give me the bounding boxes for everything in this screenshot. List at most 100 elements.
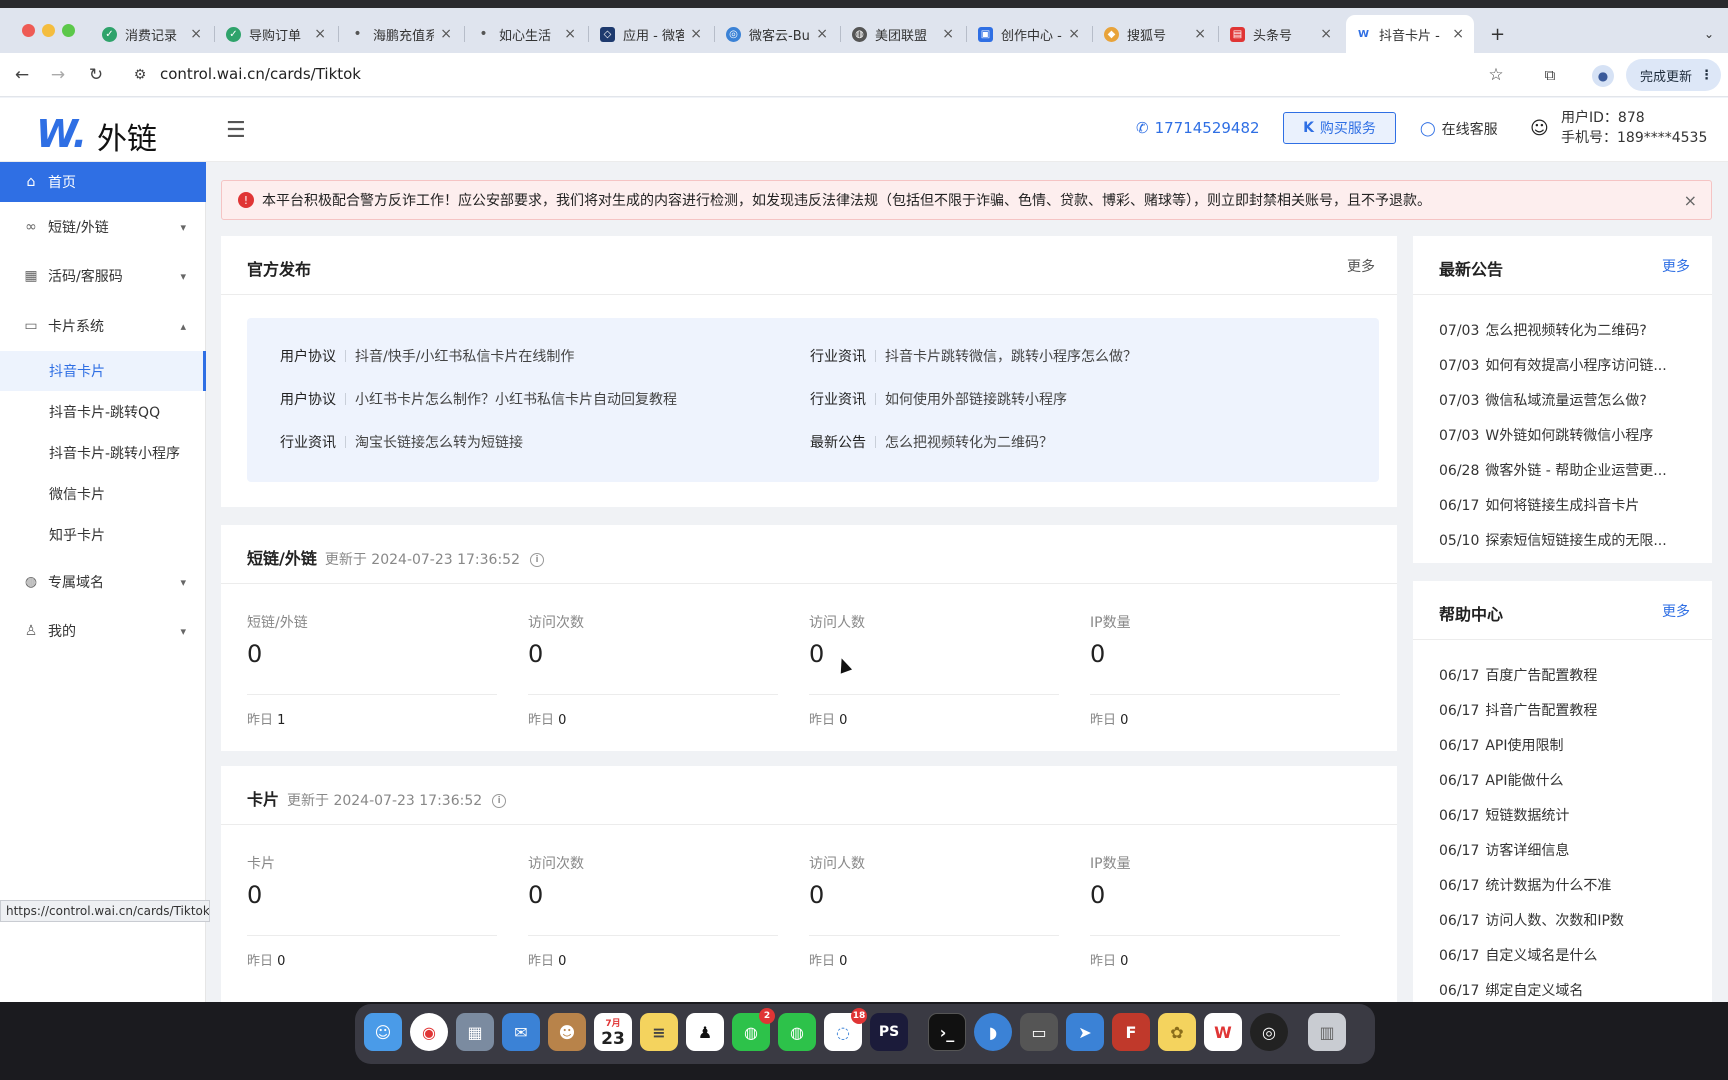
trash-icon[interactable]: ▥ [1308, 1013, 1346, 1051]
help-item[interactable]: 06/17 统计数据为什么不准 [1439, 875, 1679, 895]
close-tab-icon[interactable]: × [190, 26, 202, 42]
help-item[interactable]: 06/17 百度广告配置教程 [1439, 665, 1679, 685]
help-item[interactable]: 06/17 绑定自定义域名 [1439, 980, 1679, 1000]
close-tab-icon[interactable]: × [690, 26, 702, 42]
forward-icon[interactable]: → [46, 63, 70, 87]
butterfly-app-icon[interactable]: ✿ [1158, 1013, 1196, 1051]
tab-8[interactable]: ◆ 搜狐号 × [1094, 15, 1216, 53]
sidebar-item-mine[interactable]: ♙ 我的 ▾ [0, 611, 206, 651]
tab-5[interactable]: ◎ 微客云-Bug × [716, 15, 838, 53]
phpstorm-icon[interactable]: PS [870, 1013, 908, 1051]
info-icon[interactable]: i [492, 793, 507, 808]
wechat-icon[interactable]: ◍ 2 [732, 1008, 775, 1051]
close-tab-icon[interactable]: × [564, 26, 576, 42]
tab-2[interactable]: • 海鹏充值系统 × [340, 15, 462, 53]
address-bar[interactable]: control.wai.cn/cards/Tiktok [160, 65, 361, 83]
more-link[interactable]: 更多 [1662, 256, 1690, 276]
close-tab-icon[interactable]: × [1068, 26, 1080, 42]
announcement-item[interactable]: 07/03 微信私域流量运营怎么做? [1439, 390, 1679, 410]
close-tab-icon[interactable]: × [1452, 26, 1464, 42]
notes-icon[interactable]: ≡ [640, 1013, 678, 1051]
online-service-button[interactable]: ◯ 在线客服 [1420, 119, 1498, 139]
phone-contact[interactable]: ✆ 17714529482 [1136, 119, 1260, 137]
filezilla-icon[interactable]: F [1112, 1013, 1150, 1051]
sidebar-item-home[interactable]: ⌂ 首页 [0, 162, 206, 202]
tab-0[interactable]: ✓ 消费记录 × [92, 15, 212, 53]
close-tab-icon[interactable]: × [314, 26, 326, 42]
news-item[interactable]: 行业资讯 淘宝长链接怎么转为短链接 [280, 432, 523, 452]
update-button[interactable]: 完成更新 ⋮ [1626, 59, 1721, 91]
obs-icon[interactable]: ◎ [1250, 1013, 1288, 1051]
help-item[interactable]: 06/17 自定义域名是什么 [1439, 945, 1679, 965]
sidebar-item-live-code[interactable]: ▦ 活码/客服码 ▾ [0, 256, 206, 296]
news-item[interactable]: 最新公告 怎么把视频转化为二维码？ [810, 432, 1053, 452]
bookmark-star-icon[interactable]: ☆ [1484, 63, 1508, 87]
calendar-icon[interactable]: 7月 23 [594, 1013, 632, 1051]
announcement-item[interactable]: 07/03 怎么把视频转化为二维码? [1439, 320, 1679, 340]
help-item[interactable]: 06/17 短链数据统计 [1439, 805, 1679, 825]
announcement-item[interactable]: 07/03 如何有效提高小程序访问链... [1439, 355, 1679, 375]
more-link[interactable]: 更多 [1662, 601, 1690, 621]
info-icon[interactable]: i [530, 552, 544, 567]
launchpad-icon[interactable]: ▦ [456, 1013, 494, 1051]
menu-toggle-icon[interactable]: ☰ [226, 118, 246, 143]
news-item[interactable]: 行业资讯 如何使用外部链接跳转小程序 [810, 389, 1067, 409]
close-tab-icon[interactable]: × [816, 26, 828, 42]
more-link[interactable]: 更多 [1347, 256, 1375, 276]
help-item[interactable]: 06/17 API使用限制 [1439, 735, 1679, 755]
terminal-icon[interactable]: ›_ [928, 1013, 966, 1051]
elephant-app-icon[interactable]: ◗ [974, 1013, 1012, 1051]
help-item[interactable]: 06/17 API能做什么 [1439, 770, 1679, 790]
site-info-icon[interactable]: ⚙ [128, 63, 152, 87]
close-tab-icon[interactable]: × [1194, 26, 1206, 42]
news-item[interactable]: 用户协议 小红书卡片怎么制作？小红书私信卡片自动回复教程 [280, 389, 677, 409]
tab-7[interactable]: ▣ 创作中心 - × [968, 15, 1090, 53]
wechat-work-icon[interactable]: ◍ [778, 1013, 816, 1051]
extensions-icon[interactable]: ⧉ [1538, 63, 1562, 87]
tab-9[interactable]: ▤ 头条号 × [1220, 15, 1342, 53]
announcement-item[interactable]: 07/03 W外链如何跳转微信小程序 [1439, 425, 1679, 445]
sidebar-item-short-link[interactable]: ∞ 短链/外链 ▾ [0, 207, 206, 247]
close-icon[interactable]: × [1684, 191, 1697, 210]
close-tab-icon[interactable]: × [1320, 26, 1332, 42]
help-item[interactable]: 06/17 访问人数、次数和IP数 [1439, 910, 1679, 930]
sidebar-subitem-douyin-miniprogram[interactable]: 抖音卡片-跳转小程序 [0, 433, 206, 473]
sidebar-subitem-wechat-card[interactable]: 微信卡片 [0, 474, 206, 514]
contacts-icon[interactable]: ☻ [548, 1013, 586, 1051]
sidebar-subitem-zhihu-card[interactable]: 知乎卡片 [0, 515, 206, 555]
back-icon[interactable]: ← [10, 63, 34, 87]
help-item[interactable]: 06/17 访客详细信息 [1439, 840, 1679, 860]
wps-icon[interactable]: W [1204, 1013, 1242, 1051]
tab-3[interactable]: • 如心生活 × [466, 15, 586, 53]
sidebar-subitem-douyin-card[interactable]: 抖音卡片 [0, 351, 206, 391]
news-item[interactable]: 行业资讯 抖音卡片跳转微信，跳转小程序怎么做？ [810, 346, 1137, 366]
tab-search-icon[interactable]: ⌄ [1694, 15, 1724, 53]
sidebar-subitem-douyin-qq[interactable]: 抖音卡片-跳转QQ [0, 392, 206, 432]
tab-active[interactable]: W 抖音卡片 - × [1346, 15, 1474, 53]
help-item[interactable]: 06/17 抖音广告配置教程 [1439, 700, 1679, 720]
new-tab-button[interactable]: + [1480, 15, 1510, 53]
finder-icon[interactable]: ☺ [364, 1013, 402, 1051]
announcement-item[interactable]: 06/17 如何将链接生成抖音卡片 [1439, 495, 1679, 515]
tab-1[interactable]: ✓ 导购订单 × [216, 15, 336, 53]
announcement-item[interactable]: 06/28 微客外链 - 帮助企业运营更... [1439, 460, 1679, 480]
messenger-icon[interactable]: ◌ 18 [824, 1008, 867, 1051]
close-window-icon[interactable] [22, 24, 35, 37]
close-tab-icon[interactable]: × [440, 26, 452, 42]
tab-6[interactable]: ◍ 美团联盟 × [842, 15, 964, 53]
buy-service-button[interactable]: K 购买服务 [1283, 112, 1396, 144]
mail-icon[interactable]: ✉ [502, 1013, 540, 1051]
profile-avatar-icon[interactable]: ● [1592, 65, 1614, 87]
news-item[interactable]: 用户协议 抖音/快手/小红书私信卡片在线制作 [280, 346, 574, 366]
more-options-icon[interactable]: ⋮ [1700, 68, 1713, 83]
qq-icon[interactable]: ♟ [686, 1013, 724, 1051]
reload-icon[interactable]: ↻ [84, 63, 108, 87]
zoom-window-icon[interactable] [62, 24, 75, 37]
tab-4[interactable]: ◇ 应用 - 微客 × [590, 15, 712, 53]
screen-share-icon[interactable]: ▭ [1020, 1013, 1058, 1051]
logo-icon[interactable]: W. [36, 112, 87, 156]
close-tab-icon[interactable]: × [942, 26, 954, 42]
user-avatar-icon[interactable]: ☺ [1530, 118, 1552, 144]
sidebar-item-domain[interactable]: ◍ 专属域名 ▾ [0, 562, 206, 602]
chrome-icon[interactable]: ◉ [410, 1013, 448, 1051]
